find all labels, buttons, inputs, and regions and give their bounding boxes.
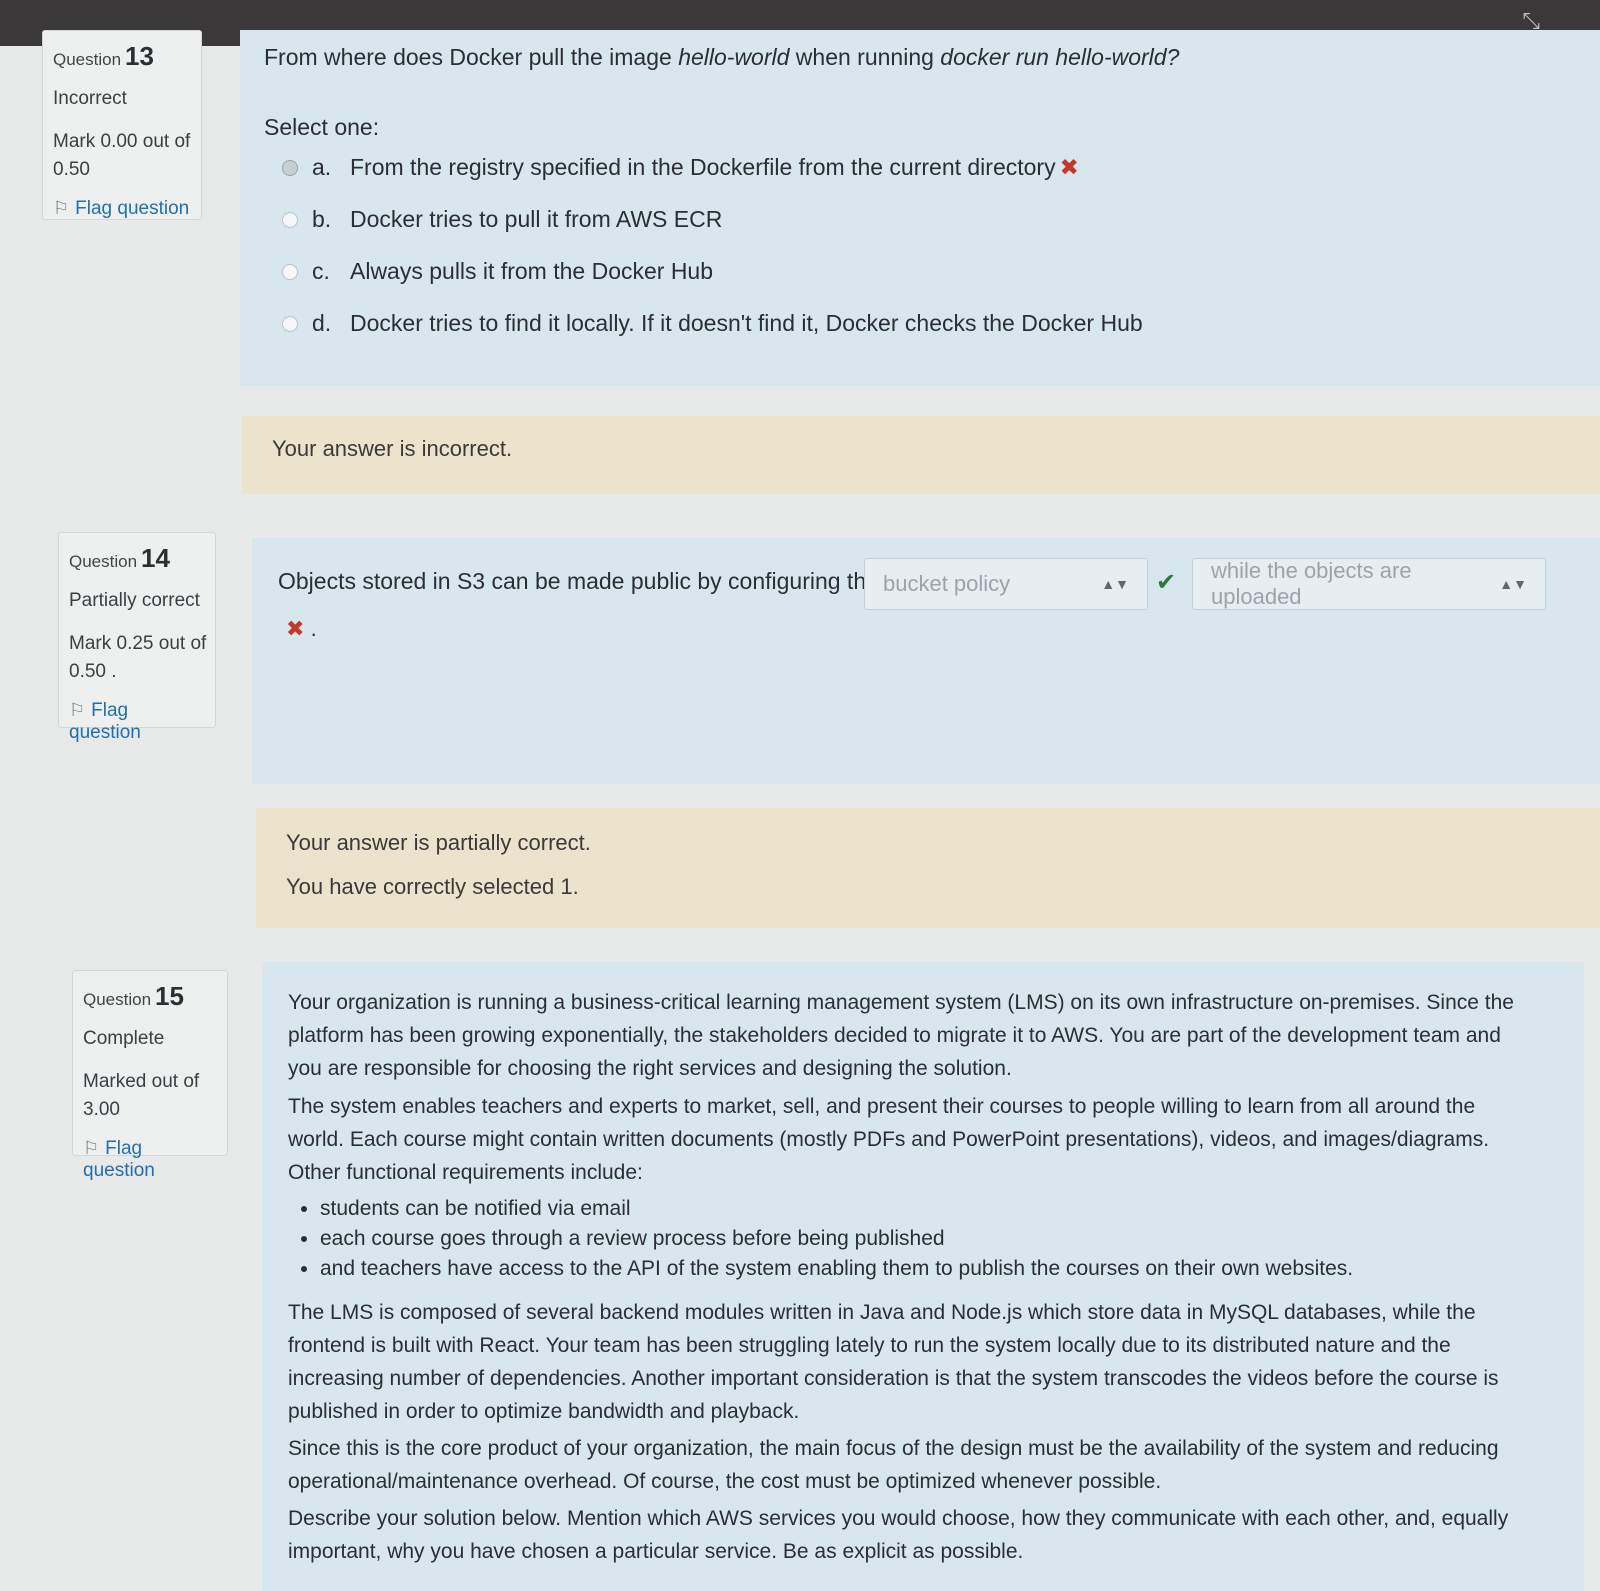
answer-option-c[interactable]: c. Always pulls it from the Docker Hub [282, 258, 713, 285]
cross-icon: ✖ [1059, 154, 1079, 180]
flag-icon: ⚐ [83, 1138, 100, 1158]
check-icon: ✔ [1156, 569, 1177, 596]
question-mark: Mark 0.25 out of 0.50 . [69, 633, 207, 682]
question-content-14: Objects stored in S3 can be made public … [252, 538, 1600, 784]
question-info-13: Question 13 Incorrect Mark 0.00 out of 0.… [42, 30, 202, 220]
question-paragraph-1: Your organization is running a business-… [288, 991, 1514, 1080]
answer-option-d[interactable]: d. Docker tries to find it locally. If i… [282, 310, 1143, 337]
list-item: and teachers have access to the API of t… [320, 1254, 1353, 1284]
answer-option-a[interactable]: a. From the registry specified in the Do… [282, 154, 1079, 181]
flag-icon: ⚐ [69, 700, 86, 720]
question-info-14: Question 14 Partially correct Mark 0.25 o… [58, 532, 216, 743]
flag-question-link[interactable]: ⚐ Flag question [83, 1138, 217, 1182]
question-text: Objects stored in S3 can be made public … [278, 568, 879, 594]
flag-question-link[interactable]: ⚐ Flag question [53, 198, 191, 220]
radio-button[interactable] [282, 211, 298, 228]
list-item: each course goes through a review proces… [320, 1224, 1353, 1254]
select-arrows-icon: ▲▼ [1101, 576, 1129, 592]
feedback-text: Your answer is incorrect. [272, 436, 513, 461]
question-text: From where does Docker pull the image he… [264, 44, 1180, 70]
answer-select-1[interactable]: bucket policy ▲▼ [864, 558, 1148, 610]
feedback-14: Your answer is partially correct. You ha… [256, 808, 1600, 928]
incorrect-marker: ✖ . [286, 616, 317, 641]
question-state: Partially correct [69, 590, 200, 611]
cross-icon: ✖ [286, 616, 305, 641]
question-content-13: From where does Docker pull the image he… [240, 30, 1600, 386]
list-item: students can be notified via email [320, 1194, 1353, 1224]
question-mark: Marked out of 3.00 [83, 1071, 200, 1120]
question-paragraph-4: Since this is the core product of your o… [288, 1437, 1499, 1493]
requirements-list: students can be notified via email each … [290, 1194, 1353, 1284]
question-number: Question 13 [53, 41, 154, 71]
radio-button[interactable] [282, 159, 298, 176]
radio-button[interactable] [282, 263, 298, 280]
feedback-text: Your answer is partially correct. [286, 830, 591, 855]
question-number: Question 14 [69, 543, 170, 573]
question-state: Incorrect [53, 88, 127, 109]
answer-select-2[interactable]: while the objects are uploaded ▲▼ [1192, 558, 1546, 610]
question-mark: Mark 0.00 out of 0.50 [53, 131, 191, 180]
feedback-detail: You have correctly selected 1. [286, 874, 579, 899]
question-paragraph-3: The LMS is composed of several backend m… [288, 1301, 1499, 1423]
question-paragraph-2: The system enables teachers and experts … [288, 1095, 1490, 1184]
feedback-13: Your answer is incorrect. [242, 416, 1600, 494]
answer-option-b[interactable]: b. Docker tries to pull it from AWS ECR [282, 206, 722, 233]
question-state: Complete [83, 1028, 165, 1049]
flag-question-link[interactable]: ⚐ Flag question [69, 700, 205, 744]
question-number: Question 15 [83, 981, 184, 1011]
question-paragraph-5: Describe your solution below. Mention wh… [288, 1507, 1509, 1563]
flag-icon: ⚐ [53, 198, 70, 218]
radio-button[interactable] [282, 315, 298, 332]
question-content-15: Your organization is running a business-… [262, 962, 1584, 1591]
question-info-15: Question 15 Complete Marked out of 3.00 ⚐… [72, 970, 228, 1181]
select-one-prompt: Select one: [264, 114, 380, 140]
select-arrows-icon: ▲▼ [1499, 576, 1527, 592]
